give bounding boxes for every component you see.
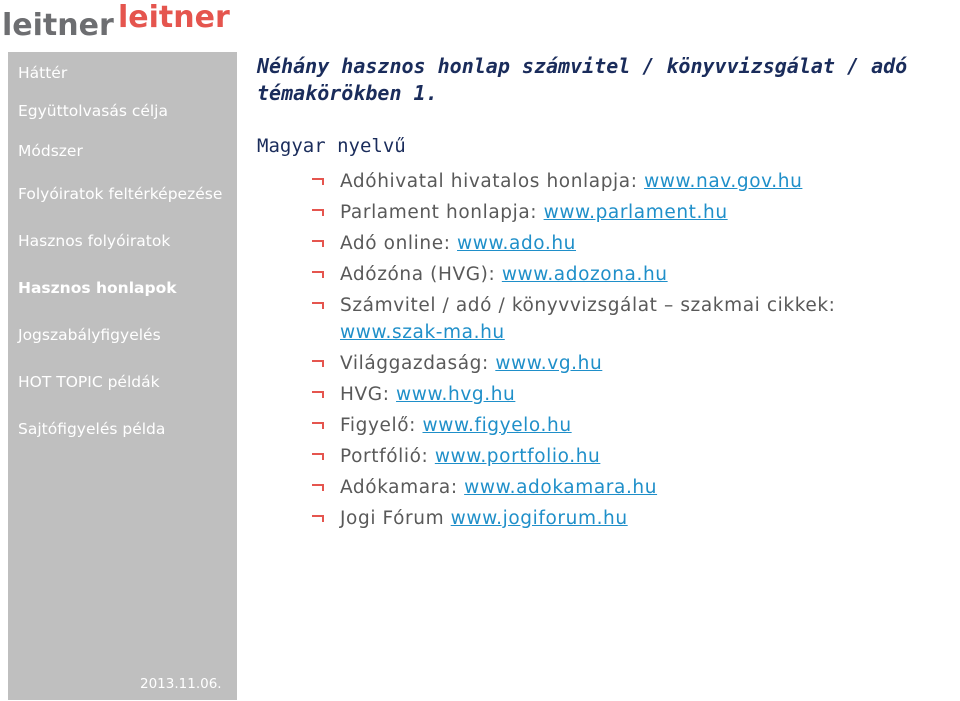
link-url[interactable]: www.ado.hu: [457, 233, 576, 254]
link-label: Adózóna (HVG):: [340, 264, 502, 285]
sidebar: Háttér Együttolvasás célja Módszer Folyó…: [8, 52, 237, 700]
sidebar-item-hatter[interactable]: Háttér: [18, 64, 67, 82]
sidebar-item-jogszabalyfigyeles[interactable]: Jogszabályfigyelés: [18, 326, 161, 344]
bullet-icon: [312, 391, 324, 398]
link-url[interactable]: www.nav.gov.hu: [644, 171, 802, 192]
link-label: Adóhivatal hivatalos honlapja:: [340, 171, 645, 192]
link-url[interactable]: www.jogiforum.hu: [451, 508, 628, 529]
bullet-icon: [312, 271, 324, 278]
link-label: Parlament honlapja:: [340, 202, 544, 223]
list-item: Adóhivatal hivatalos honlapja: www.nav.g…: [312, 168, 932, 195]
link-label: Adó online:: [340, 233, 458, 254]
bullet-icon: [312, 360, 324, 367]
link-url[interactable]: www.portfolio.hu: [435, 446, 601, 467]
link-url[interactable]: www.adokamara.hu: [464, 477, 657, 498]
link-label: Adókamara:: [340, 477, 465, 498]
list-item: Jogi Fórum www.jogiforum.hu: [312, 505, 932, 532]
bullet-icon: [312, 453, 324, 460]
list-item: Adókamara: www.adokamara.hu: [312, 474, 932, 501]
bullet-icon: [312, 240, 324, 247]
link-url[interactable]: www.szak-ma.hu: [340, 322, 505, 343]
logo-text-red: leitner: [118, 0, 230, 35]
bullet-icon: [312, 422, 324, 429]
list-item: Parlament honlapja: www.parlament.hu: [312, 199, 932, 226]
sidebar-item-hasznos-folyoiratok[interactable]: Hasznos folyóiratok: [18, 232, 170, 250]
list-item: Portfólió: www.portfolio.hu: [312, 443, 932, 470]
link-label: Világgazdaság:: [340, 353, 496, 374]
section-heading: Magyar nyelvű: [257, 135, 406, 157]
sidebar-item-folyoiratok-felterkepezese[interactable]: Folyóiratok feltérképezése: [18, 185, 222, 203]
link-url[interactable]: www.vg.hu: [495, 353, 602, 374]
link-url[interactable]: www.hvg.hu: [396, 384, 515, 405]
footer-date: 2013.11.06.: [140, 676, 222, 692]
link-label: Portfólió:: [340, 446, 435, 467]
list-item: Adó online: www.ado.hu: [312, 230, 932, 257]
sidebar-item-sajtofigyeles-pelda[interactable]: Sajtófigyelés példa: [18, 420, 165, 438]
link-label: HVG:: [340, 384, 397, 405]
bullet-icon: [312, 178, 324, 185]
sidebar-item-egyuttolvasas-celja[interactable]: Együttolvasás célja: [18, 102, 168, 120]
sidebar-item-modszer[interactable]: Módszer: [18, 142, 83, 160]
link-url[interactable]: www.parlament.hu: [544, 202, 728, 223]
bullet-icon: [312, 209, 324, 216]
list-item: Figyelő: www.figyelo.hu: [312, 412, 932, 439]
link-label: Figyelő:: [340, 415, 423, 436]
page-title: Néhány hasznos honlap számvitel / könyvv…: [257, 54, 908, 105]
link-list: Adóhivatal hivatalos honlapja: www.nav.g…: [312, 168, 932, 536]
leitner-logo: leitner leitner: [0, 0, 260, 46]
link-url[interactable]: www.adozona.hu: [502, 264, 668, 285]
list-item: Adózóna (HVG): www.adozona.hu: [312, 261, 932, 288]
sidebar-item-hot-topic-peldak[interactable]: HOT TOPIC példák: [18, 373, 160, 391]
link-label: Számvitel / adó / könyvvizsgálat – szakm…: [340, 295, 836, 316]
link-label: Jogi Fórum: [340, 508, 451, 529]
list-item: Számvitel / adó / könyvvizsgálat – szakm…: [312, 292, 932, 346]
logo-text-dark: leitner: [2, 8, 114, 43]
bullet-icon: [312, 484, 324, 491]
list-item: HVG: www.hvg.hu: [312, 381, 932, 408]
link-url[interactable]: www.figyelo.hu: [422, 415, 571, 436]
bullet-icon: [312, 302, 324, 309]
bullet-icon: [312, 515, 324, 522]
list-item: Világgazdaság: www.vg.hu: [312, 350, 932, 377]
sidebar-item-hasznos-honlapok[interactable]: Hasznos honlapok: [18, 279, 177, 297]
